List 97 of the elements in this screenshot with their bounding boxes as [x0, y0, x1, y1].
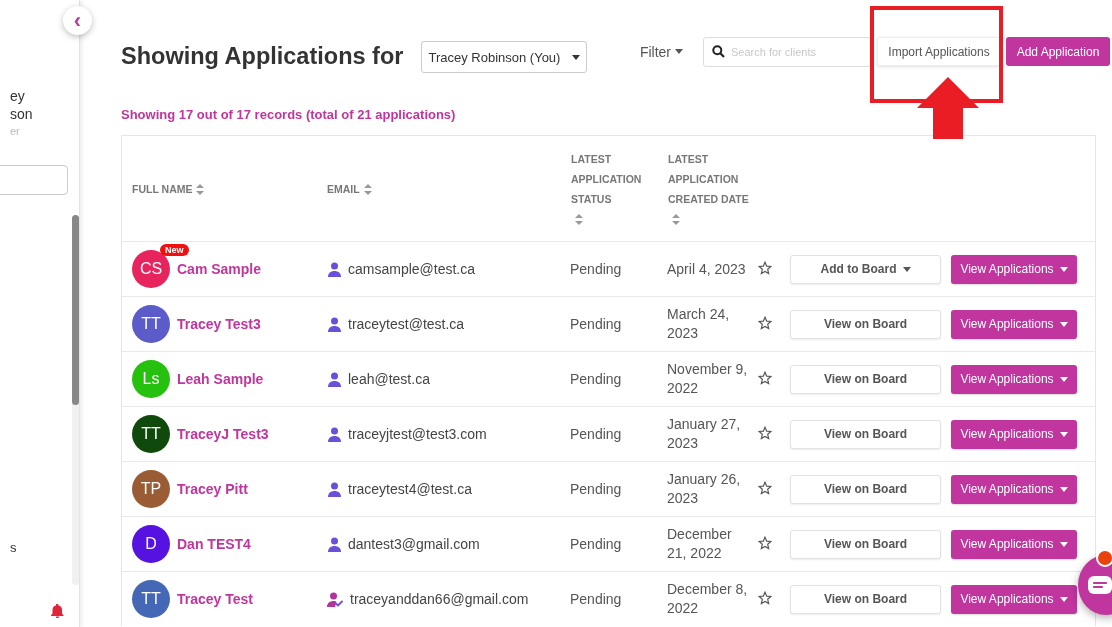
date-text: January 26, 2023 [666, 470, 742, 508]
add-to-board-dropdown[interactable]: Add to Board [790, 254, 941, 284]
person-icon [327, 536, 342, 552]
avatar: TT [132, 580, 170, 618]
client-name-link[interactable]: Tracey Pitt [177, 481, 248, 497]
caret-icon [1059, 596, 1068, 602]
column-header: EMAIL [327, 181, 360, 197]
scrollbar-thumb[interactable] [72, 215, 79, 405]
date-text: April 4, 2023 [666, 259, 747, 279]
column-header: FULL NAME [132, 181, 193, 197]
view-applications-dropdown[interactable]: View Applications [951, 474, 1077, 504]
star-icon[interactable] [758, 370, 772, 385]
new-badge: New [160, 244, 189, 256]
star-icon[interactable] [758, 535, 772, 550]
import-applications-button[interactable]: Import Applications [877, 37, 1001, 66]
add-application-button[interactable]: Add Application [1006, 37, 1110, 66]
status-text: Pending [569, 591, 623, 607]
caret-icon [1059, 431, 1068, 437]
client-name-link[interactable]: Tracey Test3 [177, 316, 261, 332]
caret-icon [902, 266, 911, 272]
avatar: TT [132, 305, 170, 343]
email-text: dantest3@gmail.com [348, 536, 480, 552]
caret-icon [1059, 486, 1068, 492]
caret-icon [572, 54, 581, 60]
status-text: Pending [569, 316, 623, 332]
date-text: November 9, 2022 [666, 360, 749, 398]
star-icon[interactable] [758, 480, 772, 495]
client-name-link[interactable]: Cam Sample [177, 261, 262, 277]
sidebar-item[interactable]: s [10, 540, 17, 555]
date-text: December 21, 2022 [666, 525, 733, 563]
client-name-link[interactable]: TraceyJ Test3 [177, 426, 269, 442]
avatar: TP [132, 470, 170, 508]
status-text: Pending [569, 426, 623, 442]
client-name-link[interactable]: Tracey Test [177, 591, 253, 607]
sort-icon[interactable] [672, 214, 680, 226]
client-name-link[interactable]: Dan TEST4 [177, 536, 251, 552]
status-text: Pending [569, 481, 623, 497]
view-on-board-button[interactable]: View on Board [790, 419, 941, 449]
person-icon [327, 371, 342, 387]
email-text: traceyanddan66@gmail.com [350, 591, 529, 607]
caret-icon [1059, 376, 1068, 382]
annotation-arrow [917, 77, 979, 139]
person-icon [327, 481, 342, 497]
caret-icon [1059, 541, 1068, 547]
view-on-board-button[interactable]: View on Board [790, 529, 941, 559]
person-icon [327, 316, 342, 332]
view-on-board-button[interactable]: View on Board [790, 584, 941, 614]
caret-icon [1059, 321, 1068, 327]
user-select[interactable]: Tracey Robinson (You) [421, 41, 588, 73]
column-header: LATEST APPLICATION STATUS [571, 151, 643, 207]
email-text: leah@test.ca [348, 371, 430, 387]
date-text: December 8, 2022 [666, 580, 749, 618]
filter-dropdown[interactable]: Filter [639, 43, 683, 60]
email-text: traceyjtest@test3.com [348, 426, 487, 442]
date-text: January 27, 2023 [666, 415, 742, 453]
records-summary: Showing 17 out of 17 records (total of 21 applications) [121, 107, 457, 122]
page-title: Showing Applications for [121, 42, 404, 70]
status-text: Pending [569, 371, 623, 387]
view-on-board-button[interactable]: View on Board [790, 474, 941, 504]
avatar: Ls [132, 360, 170, 398]
view-on-board-button[interactable]: View on Board [790, 309, 941, 339]
sort-icon[interactable] [575, 214, 583, 226]
sort-icon[interactable] [363, 184, 372, 196]
avatar: D [132, 525, 170, 563]
status-text: Pending [569, 261, 623, 277]
caret-icon [675, 49, 683, 54]
sort-icon[interactable] [196, 184, 205, 196]
status-text: Pending [569, 536, 623, 552]
user-name: ey son [10, 87, 33, 123]
star-icon[interactable] [758, 590, 772, 605]
chat-icon [1088, 576, 1112, 594]
view-applications-dropdown[interactable]: View Applications [951, 419, 1077, 449]
person-icon [327, 426, 342, 442]
client-name-link[interactable]: Leah Sample [177, 371, 264, 387]
star-icon[interactable] [758, 260, 772, 275]
view-applications-dropdown[interactable]: View Applications [951, 254, 1077, 284]
caret-icon [1059, 266, 1068, 272]
view-on-board-button[interactable]: View on Board [790, 364, 941, 394]
view-applications-dropdown[interactable]: View Applications [951, 584, 1077, 614]
user-role: er [10, 125, 20, 137]
avatar: TT [132, 415, 170, 453]
view-applications-dropdown[interactable]: View Applications [951, 309, 1077, 339]
column-header: LATEST APPLICATION CREATED DATE [668, 151, 750, 207]
star-icon[interactable] [758, 425, 772, 440]
email-text: traceytest4@test.ca [348, 481, 472, 497]
email-text: camsample@test.ca [348, 261, 476, 277]
date-text: March 24, 2023 [666, 305, 731, 343]
bell-icon[interactable] [51, 604, 64, 618]
star-icon[interactable] [758, 315, 772, 330]
collapse-button[interactable]: ‹ [63, 6, 92, 35]
view-applications-dropdown[interactable]: View Applications [951, 529, 1077, 559]
sidebar-input-field[interactable] [0, 165, 68, 195]
search-icon [712, 45, 725, 58]
email-text: traceytest@test.ca [348, 316, 465, 332]
view-applications-dropdown[interactable]: View Applications [951, 364, 1077, 394]
person-check-icon [327, 591, 344, 607]
person-icon [327, 261, 342, 277]
